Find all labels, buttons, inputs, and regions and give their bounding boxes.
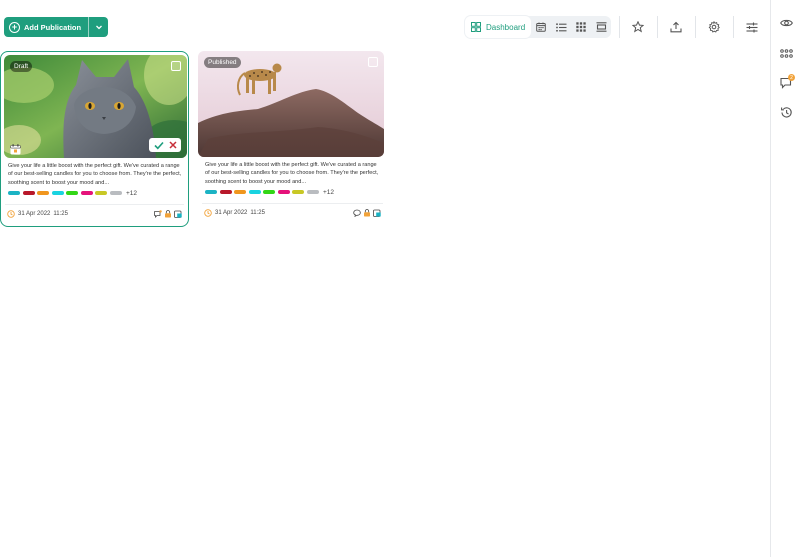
view-grid-button[interactable]	[571, 16, 591, 38]
post-text: Give your life a little boost with the p…	[205, 162, 379, 185]
footer-icons	[353, 209, 381, 217]
list-icon	[555, 22, 566, 32]
select-checkbox[interactable]	[171, 61, 181, 71]
reject-x-icon[interactable]	[168, 141, 177, 149]
tag-chip	[248, 189, 261, 195]
view-dashboard-label: Dashboard	[486, 22, 526, 32]
tag-chip	[263, 189, 275, 195]
tag-chip	[205, 189, 217, 195]
post-text: Give your life a little boost with the p…	[8, 163, 182, 186]
status-badge: Draft	[10, 61, 33, 72]
upload-icon	[670, 21, 682, 33]
view-dashboard-button[interactable]: Dashboard	[465, 16, 531, 38]
tag-chip	[306, 189, 319, 195]
apps-button[interactable]	[777, 44, 795, 62]
toolbar-divider	[657, 16, 658, 38]
history-icon	[780, 106, 792, 118]
sliders-icon	[746, 22, 758, 32]
view-switcher: Dashboard	[465, 16, 611, 38]
dots-grid-icon	[576, 22, 586, 32]
comment-new-icon[interactable]	[154, 210, 162, 218]
right-sidebar: 2	[770, 0, 800, 557]
toolbar-divider	[619, 16, 620, 38]
status-badge: Published	[204, 57, 241, 68]
tag-chip	[219, 189, 232, 195]
lock-icon[interactable]	[363, 209, 371, 217]
add-publication-group: + Add Publication	[4, 17, 109, 37]
view-feed-button[interactable]	[591, 16, 611, 38]
publication-card[interactable]: Draft Give your life a little boost with…	[0, 51, 189, 227]
tag-chip	[66, 190, 78, 196]
card-divider	[202, 203, 383, 204]
eye-icon	[779, 19, 793, 27]
history-button[interactable]	[777, 103, 795, 121]
schedule-icon[interactable]	[373, 209, 381, 217]
card-divider	[5, 204, 184, 205]
tag-chip	[8, 190, 20, 196]
tag-chip	[51, 190, 64, 196]
tags-more-count[interactable]: +12	[323, 189, 334, 196]
tag-chip	[109, 190, 122, 196]
toolbar-divider	[695, 16, 696, 38]
grid-icon	[471, 22, 481, 32]
card-footer: 31 Apr 2022 11:25	[7, 209, 182, 219]
calendar-badge-icon	[10, 142, 21, 155]
comments-count-badge: 2	[788, 74, 795, 81]
tags-row[interactable]: +12	[8, 189, 137, 197]
approve-check-icon[interactable]	[153, 141, 164, 150]
feed-icon	[596, 22, 606, 32]
approval-controls	[149, 138, 181, 152]
add-publication-label: Add Publication	[24, 22, 82, 32]
plus-icon: +	[9, 21, 20, 33]
tags-more-count[interactable]: +12	[126, 190, 137, 197]
post-image[interactable]: Published	[198, 51, 384, 157]
tag-chip	[37, 190, 49, 196]
time-text: 11:25	[53, 211, 68, 217]
tag-chip	[80, 190, 93, 196]
tag-chip	[95, 190, 107, 196]
add-publication-button[interactable]: + Add Publication	[4, 17, 89, 37]
tags-row[interactable]: +12	[205, 188, 334, 196]
preview-button[interactable]	[777, 14, 795, 32]
gear-icon	[708, 21, 720, 33]
add-publication-dropdown[interactable]	[88, 17, 109, 37]
calendar-icon	[536, 22, 546, 32]
tag-chip	[277, 189, 290, 195]
publish-date: 31 Apr 2022 11:25	[204, 209, 265, 217]
tag-chip	[22, 190, 35, 196]
chevron-down-icon	[95, 25, 102, 30]
star-icon	[632, 21, 644, 33]
filters-button[interactable]	[742, 17, 762, 37]
schedule-icon[interactable]	[174, 210, 182, 218]
favorite-button[interactable]	[628, 17, 648, 37]
card-footer: 31 Apr 2022 11:25	[204, 208, 381, 218]
tag-chip	[292, 189, 304, 195]
settings-button[interactable]	[704, 17, 724, 37]
comment-icon[interactable]	[353, 209, 361, 217]
toolbar-divider	[733, 16, 734, 38]
view-calendar-button[interactable]	[531, 16, 551, 38]
apps-icon	[779, 48, 793, 58]
view-list-button[interactable]	[551, 16, 571, 38]
select-checkbox[interactable]	[368, 57, 378, 67]
footer-icons	[154, 210, 182, 218]
date-text: 31 Apr 2022	[18, 211, 51, 217]
time-text: 11:25	[250, 210, 265, 216]
clock-icon	[204, 209, 212, 217]
date-text: 31 Apr 2022	[215, 210, 248, 216]
clock-icon	[7, 210, 15, 218]
publish-date: 31 Apr 2022 11:25	[7, 210, 68, 218]
lock-icon[interactable]	[164, 210, 172, 218]
tag-chip	[234, 189, 246, 195]
post-image[interactable]: Draft	[4, 55, 187, 158]
publication-card[interactable]: Published Give your life a little boost …	[198, 51, 387, 227]
export-button[interactable]	[666, 17, 686, 37]
